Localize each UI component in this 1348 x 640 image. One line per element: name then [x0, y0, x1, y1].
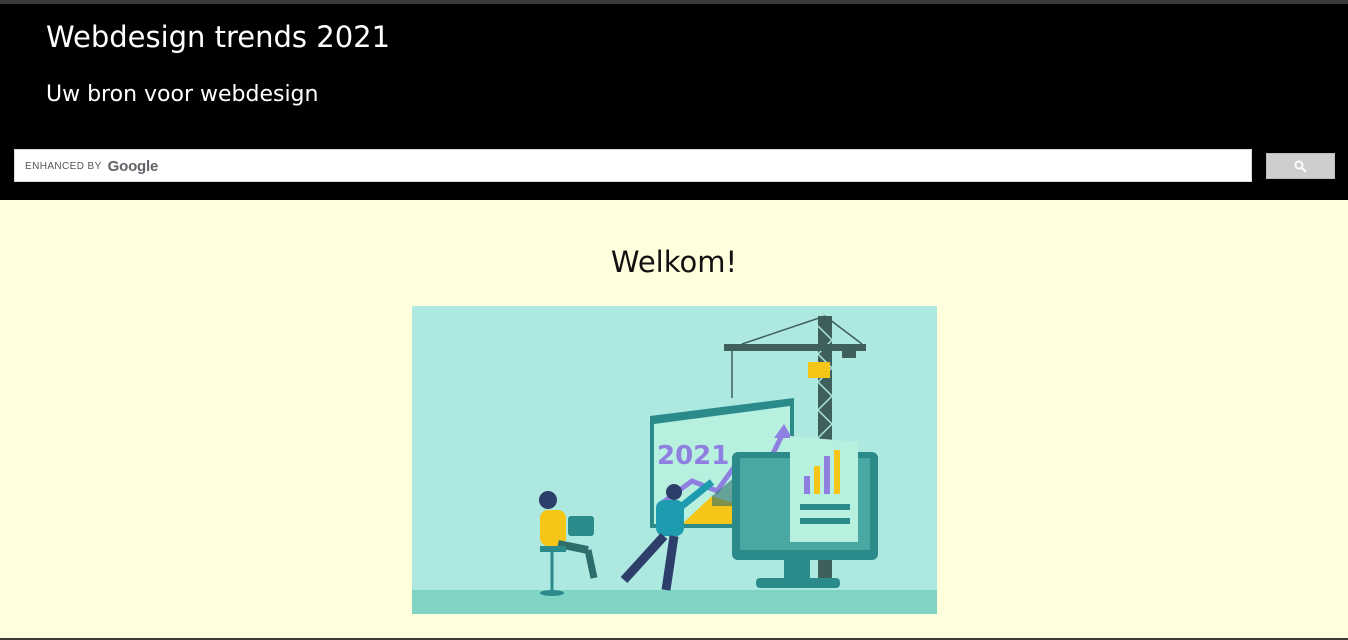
hero-illustration: 2021 [412, 306, 937, 614]
chart-year-label: 2021 [657, 441, 729, 471]
main-content: Welkom! 2021 [0, 200, 1348, 640]
search-button[interactable] [1266, 153, 1335, 179]
search-input[interactable] [15, 150, 1251, 181]
site-title: Webdesign trends 2021 [46, 20, 391, 54]
site-tagline: Uw bron voor webdesign [46, 82, 319, 107]
search-box: enhanced by Google [14, 149, 1252, 182]
search-icon [1294, 160, 1307, 173]
welcome-heading: Welkom! [610, 245, 738, 279]
site-header: Webdesign trends 2021 Uw bron voor webde… [0, 4, 1348, 200]
